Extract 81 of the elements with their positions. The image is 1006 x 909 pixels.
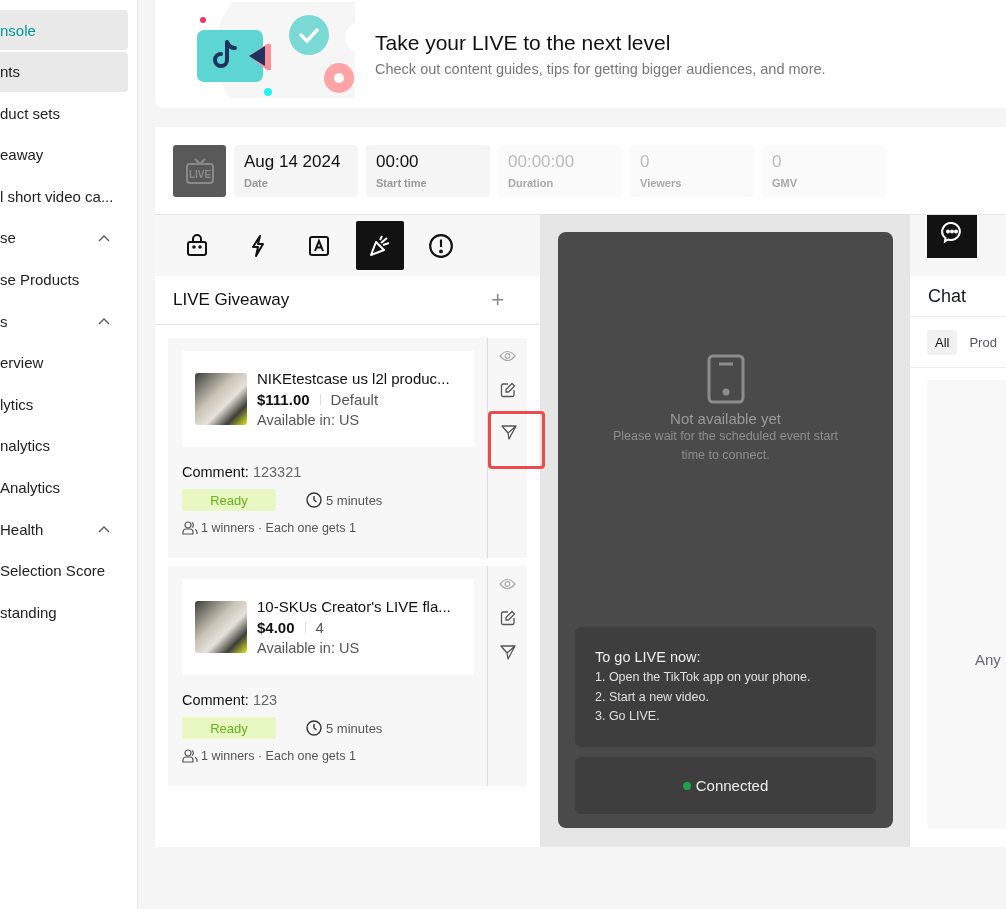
unavailable-message: Please wait for the scheduled event start time to connect. — [612, 428, 839, 464]
sidebar-item[interactable]: Analytics — [0, 467, 128, 508]
send-icon — [499, 644, 516, 660]
chat-empty-text: Any — [975, 651, 1001, 668]
stat-label: Viewers — [640, 176, 683, 189]
caret-icon — [98, 525, 110, 534]
availability-text: Available in: US — [257, 640, 361, 656]
unavailable-title: Not available yet — [670, 410, 781, 427]
filter-chip[interactable]: Prod — [961, 329, 1005, 355]
product-variant: Default — [330, 391, 379, 408]
eye-icon — [499, 350, 516, 362]
stat-value: 00:00:00 — [508, 151, 576, 172]
party-popper-icon — [368, 233, 392, 258]
edit-icon — [499, 610, 516, 626]
winners-text: 1 winners · Each one gets 1 — [201, 749, 356, 763]
instruction-step: 2. Start a new video. — [595, 687, 856, 707]
stat-value: Aug 14 2024 — [244, 151, 342, 172]
product-price: $4.00 — [257, 619, 295, 636]
photo-placeholder — [195, 601, 247, 653]
product-name: NIKEtestcase us l2l produc... — [257, 370, 450, 387]
sidebar-item[interactable]: nts — [0, 51, 128, 92]
caret-icon — [98, 317, 110, 326]
users-icon — [182, 521, 198, 535]
chat-bubble-icon — [940, 220, 964, 244]
photo-placeholder — [195, 373, 247, 425]
edit-icon — [499, 382, 516, 398]
sidebar-item[interactable]: standing — [0, 592, 128, 633]
phone-icon — [706, 354, 745, 404]
caret-icon — [98, 233, 110, 242]
status-badge: Ready — [182, 489, 276, 511]
sidebar-item[interactable]: se Products — [0, 259, 128, 300]
sidebar-item[interactable]: s — [0, 301, 128, 342]
tool-tab[interactable] — [356, 221, 404, 270]
panel-title: LIVE Giveaway — [173, 290, 290, 310]
connection-status: Connected — [695, 777, 769, 794]
comment-label: Comment: — [182, 692, 249, 708]
chat-tab[interactable] — [927, 215, 977, 258]
sidebar-item[interactable]: Selection Score — [0, 550, 128, 591]
banner-subtitle: Check out content guides, tips for getting bigger audiences, and more. — [375, 61, 826, 77]
stat-label: GMV — [772, 176, 799, 189]
instructions-title: To go LIVE now: — [595, 649, 702, 665]
stat-value: 0 — [772, 151, 783, 172]
send-icon — [501, 424, 517, 440]
shopping-bag-icon — [185, 233, 209, 258]
product-variant: 4 — [315, 619, 324, 636]
banner-title: Take your LIVE to the next level — [375, 31, 672, 55]
sidebar-item[interactable]: se — [0, 217, 128, 258]
stat-label: Date — [244, 176, 269, 189]
sidebar-item[interactable]: l short video ca... — [0, 176, 128, 217]
instruction-step: 1. Open the TikTok app on your phone. — [595, 668, 856, 688]
duration-text: 5 minutes — [326, 720, 383, 736]
send-button[interactable] — [488, 411, 545, 469]
instruction-step: 3. Go LIVE. — [595, 707, 856, 727]
stat-value: 00:00 — [376, 151, 420, 172]
alert-icon — [428, 232, 454, 259]
comment-value: 123321 — [252, 464, 302, 480]
clock-icon — [306, 720, 322, 736]
comment-value: 123 — [252, 692, 278, 708]
eye-icon — [499, 578, 516, 590]
sidebar-item[interactable]: lytics — [0, 384, 128, 425]
chat-title: Chat — [928, 285, 967, 307]
stat-value: 0 — [640, 151, 651, 172]
sidebar-item[interactable]: eaway — [0, 134, 128, 175]
sidebar-item[interactable]: nalytics — [0, 425, 128, 466]
add-button[interactable]: + — [489, 287, 506, 313]
sidebar-item[interactable]: duct sets — [0, 93, 128, 134]
product-price: $111.00 — [257, 391, 310, 408]
filter-chip[interactable]: All — [927, 329, 958, 355]
winners-text: 1 winners · Each one gets 1 — [201, 521, 356, 535]
status-badge: Ready — [182, 717, 276, 739]
users-icon — [182, 749, 198, 763]
stat-label: Start time — [376, 176, 428, 189]
duration-text: 5 minutes — [326, 492, 383, 508]
sidebar-item[interactable]: Health — [0, 509, 128, 550]
comment-label: Comment: — [182, 464, 249, 480]
availability-text: Available in: US — [257, 412, 361, 428]
clock-icon — [306, 492, 322, 508]
letter-a-icon — [307, 233, 331, 258]
product-name: 10-SKUs Creator's LIVE fla... — [257, 598, 451, 615]
sidebar-item[interactable]: erview — [0, 342, 128, 383]
stat-label: Duration — [508, 176, 555, 189]
